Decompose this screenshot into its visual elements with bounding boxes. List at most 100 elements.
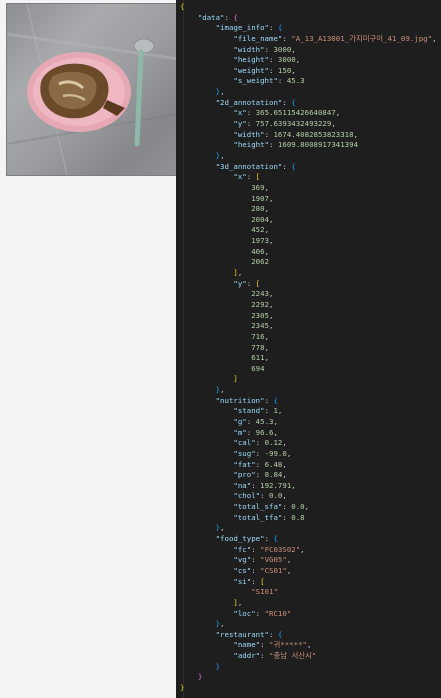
code-token: : [269, 629, 278, 639]
code-token: , [269, 299, 274, 309]
code-token: "CS01" [260, 565, 287, 575]
code-token: "weight" [233, 65, 270, 75]
code-token: "height" [233, 55, 270, 65]
code-line: "height": 1609.8008917341394 [180, 140, 441, 151]
code-token: : [260, 640, 270, 650]
code-token: , [286, 448, 292, 458]
code-token: : [269, 140, 278, 150]
code-token: 2345 [251, 321, 270, 331]
code-token: "food_type" [215, 534, 265, 544]
code-line: 2243, [180, 289, 441, 300]
code-token: 365.65115426640847 [255, 108, 336, 118]
code-token: : [246, 172, 256, 182]
code-line: 1907, [180, 194, 441, 205]
code-token: "FC03S02" [260, 544, 301, 554]
code-token: , [286, 555, 292, 565]
code-line: "width": 3000, [180, 45, 441, 56]
code-token: : [282, 512, 292, 522]
code-token: , [264, 246, 270, 256]
code-line: 2062 [180, 257, 441, 268]
code-line: "total_tfa": 0.8 [180, 513, 441, 524]
code-token: : [246, 427, 256, 437]
code-line: } [180, 662, 441, 673]
code-token: , [269, 193, 274, 203]
code-token: { [273, 395, 278, 405]
code-line: "y": 757.6393432493229, [180, 119, 441, 130]
code-token: , [295, 55, 301, 65]
code-line: 778, [180, 343, 441, 354]
code-token: 0.8 [291, 512, 305, 522]
code-token: { [277, 629, 283, 639]
code-token: , [220, 87, 225, 97]
code-token: : [255, 470, 265, 480]
code-token: , [353, 129, 359, 139]
code-token: , [269, 236, 274, 246]
code-token: , [264, 204, 270, 214]
code-token: } [180, 683, 185, 692]
code-token: , [264, 182, 270, 192]
code-token: "file_name" [233, 33, 283, 43]
code-line: "image_info": { [180, 23, 441, 34]
code-token: , [282, 470, 287, 480]
code-token: 45.3 [286, 76, 305, 86]
code-token: 3000 [277, 55, 296, 65]
code-token: 778 [251, 342, 265, 352]
code-token: 1674.4082853823318 [273, 129, 354, 139]
code-token: { [273, 534, 278, 544]
code-line: "y": [ [180, 279, 441, 290]
code-token: 150 [277, 65, 292, 75]
code-token: 8.84 [264, 470, 283, 480]
code-line: "loc": "RC10" [180, 609, 441, 620]
code-line: "pro": 8.84, [180, 470, 441, 481]
code-line: { [180, 2, 441, 13]
code-token: "fc" [233, 544, 252, 554]
code-token: , [237, 597, 243, 607]
code-line: "addr": "충남 서산시" [180, 651, 441, 662]
code-token: "loc" [233, 608, 256, 618]
code-line: } [180, 683, 441, 694]
code-line: }, [180, 151, 441, 162]
code-token: , [291, 480, 296, 490]
code-token: 406 [251, 246, 265, 256]
code-line: "fc": "FC03S02", [180, 545, 441, 556]
code-token: : [246, 416, 256, 426]
code-token: "total_tfa" [233, 512, 283, 522]
code-token: 2062 [251, 257, 270, 267]
code-token: 3000 [273, 44, 292, 54]
code-token: , [269, 321, 274, 331]
code-token: 1973 [251, 236, 270, 246]
code-line: 369, [180, 183, 441, 194]
code-token: : [246, 278, 256, 288]
code-token: "total_sfa" [233, 502, 283, 512]
code-token: [ [255, 278, 261, 288]
code-token: 2292 [251, 299, 270, 309]
code-token: : [255, 448, 265, 458]
code-token: "x" [233, 108, 247, 118]
code-line: ] [180, 374, 441, 385]
json-editor[interactable]: { "data": { "image_info": { "file_name":… [176, 0, 441, 698]
code-token: , [277, 406, 283, 416]
code-token: : [246, 108, 256, 118]
code-token: "s_weight" [233, 76, 278, 86]
code-line: ], [180, 268, 441, 279]
code-token: , [282, 491, 287, 501]
code-token: : [269, 55, 278, 65]
